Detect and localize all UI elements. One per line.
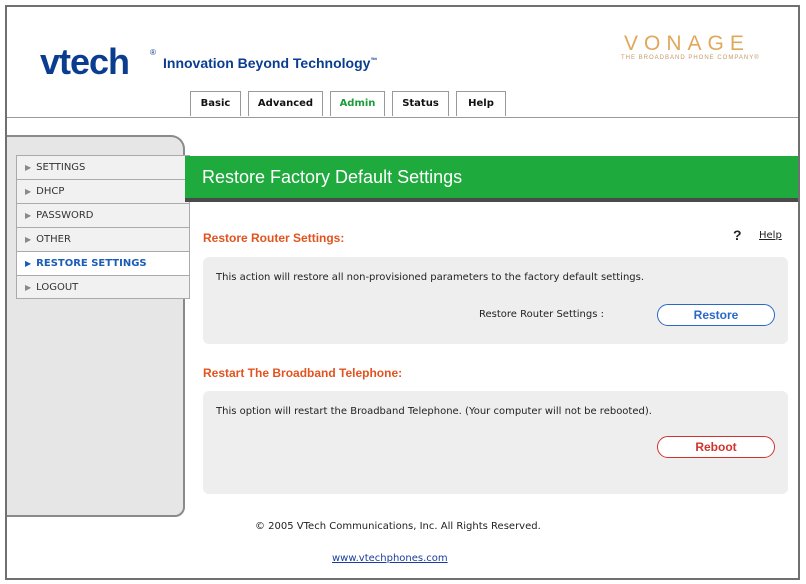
help-icon[interactable]: ?	[733, 227, 742, 243]
sidebar-item-other[interactable]: ▶ OTHER	[16, 227, 190, 251]
tab-divider	[7, 117, 798, 118]
sidebar-item-settings[interactable]: ▶ SETTINGS	[16, 155, 190, 179]
sidebar-item-dhcp[interactable]: ▶ DHCP	[16, 179, 190, 203]
router-window: vtech ® Innovation Beyond Technology™ VO…	[5, 5, 800, 580]
restart-description: This option will restart the Broadband T…	[216, 406, 652, 417]
restart-telephone-heading: Restart The Broadband Telephone:	[203, 366, 403, 380]
sidebar-item-label: PASSWORD	[36, 210, 94, 221]
restore-router-panel: This action will restore all non-provisi…	[203, 257, 788, 344]
page-title: Restore Factory Default Settings	[185, 156, 798, 198]
vonage-logo: VONAGE	[624, 32, 750, 55]
sidebar-item-password[interactable]: ▶ PASSWORD	[16, 203, 190, 227]
restore-label: Restore Router Settings :	[479, 309, 605, 320]
restore-description: This action will restore all non-provisi…	[216, 272, 645, 283]
trademark-mark: ™	[370, 57, 378, 65]
sidebar-item-label: RESTORE SETTINGS	[36, 258, 147, 269]
restore-button[interactable]: Restore	[657, 304, 775, 326]
sidebar-item-restore-settings[interactable]: ▶ RESTORE SETTINGS	[16, 251, 190, 275]
sidebar-item-label: LOGOUT	[36, 282, 79, 293]
registered-mark: ®	[150, 48, 156, 57]
copyright-text: © 2005 VTech Communications, Inc. All Ri…	[255, 521, 541, 532]
arrow-right-icon: ▶	[25, 235, 32, 244]
vonage-subtitle: THE BROADBAND PHONE COMPANY®	[621, 55, 760, 61]
arrow-right-icon: ▶	[25, 259, 32, 268]
tab-basic[interactable]: Basic	[190, 91, 241, 116]
tab-admin[interactable]: Admin	[330, 91, 385, 116]
header: vtech ® Innovation Beyond Technology™ VO…	[7, 7, 798, 120]
tagline-text: Innovation Beyond Technology	[163, 55, 371, 71]
restore-router-heading: Restore Router Settings:	[203, 231, 345, 245]
arrow-right-icon: ▶	[25, 211, 32, 220]
vtech-website-link[interactable]: www.vtechphones.com	[332, 553, 448, 564]
title-divider	[185, 198, 798, 202]
sidebar-item-label: OTHER	[36, 234, 71, 245]
restart-telephone-panel: This option will restart the Broadband T…	[203, 391, 788, 494]
arrow-right-icon: ▶	[25, 283, 32, 292]
tab-help[interactable]: Help	[456, 91, 506, 116]
tab-advanced[interactable]: Advanced	[248, 91, 323, 116]
sidebar-item-logout[interactable]: ▶ LOGOUT	[16, 275, 190, 299]
arrow-right-icon: ▶	[25, 163, 32, 172]
tagline: Innovation Beyond Technology™	[163, 55, 377, 71]
arrow-right-icon: ▶	[25, 187, 32, 196]
tab-status[interactable]: Status	[392, 91, 449, 116]
sidebar-item-label: SETTINGS	[36, 162, 86, 173]
sidebar-item-label: DHCP	[36, 186, 65, 197]
help-link[interactable]: Help	[759, 230, 782, 241]
vtech-logo: vtech	[40, 41, 130, 82]
sidebar-menu: ▶ SETTINGS ▶ DHCP ▶ PASSWORD ▶ OTHER ▶ RESTOR…	[16, 155, 190, 299]
reboot-button[interactable]: Reboot	[657, 436, 775, 458]
